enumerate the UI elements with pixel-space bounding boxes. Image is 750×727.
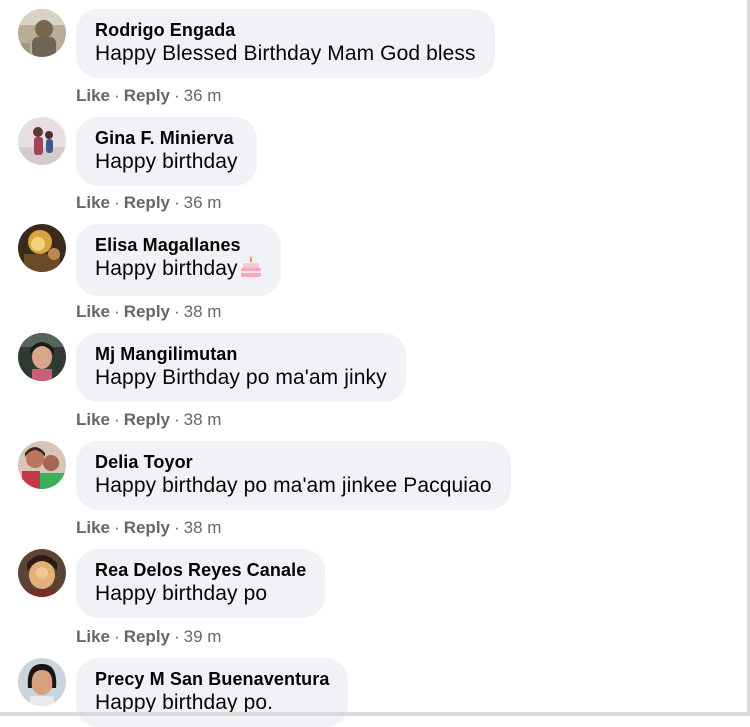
reply-link[interactable]: Reply: [124, 86, 170, 105]
reply-link[interactable]: Reply: [124, 302, 170, 321]
reply-link[interactable]: Reply: [124, 193, 170, 212]
comment-bubble: Rodrigo Engada Happy Blessed Birthday Ma…: [76, 9, 495, 78]
reply-link[interactable]: Reply: [124, 518, 170, 537]
reply-link[interactable]: Reply: [124, 627, 170, 646]
comment-author[interactable]: Rea Delos Reyes Canale: [95, 559, 306, 581]
like-link[interactable]: Like: [76, 518, 110, 537]
separator: ·: [174, 627, 180, 646]
avatar[interactable]: [18, 224, 66, 272]
like-link[interactable]: Like: [76, 302, 110, 321]
comment-bubble: Precy M San Buenaventura Happy birthday …: [76, 658, 349, 727]
timestamp[interactable]: 36 m: [184, 86, 222, 105]
separator: ·: [114, 627, 120, 646]
avatar[interactable]: [18, 333, 66, 381]
separator: ·: [174, 410, 180, 429]
separator: ·: [174, 518, 180, 537]
avatar[interactable]: [18, 117, 66, 165]
separator: ·: [114, 193, 120, 212]
birthday-cake-icon: [240, 256, 262, 285]
comment-bubble: Mj Mangilimutan Happy Birthday po ma'am …: [76, 333, 406, 402]
timestamp[interactable]: 38 m: [184, 410, 222, 429]
comment-author[interactable]: Elisa Magallanes: [95, 234, 262, 256]
comment-text: Happy birthday po: [95, 582, 268, 605]
comment-text: Happy birthday po ma'am jinkee Pacquiao: [95, 474, 492, 497]
comment-author[interactable]: Mj Mangilimutan: [95, 343, 387, 365]
separator: ·: [114, 410, 120, 429]
like-link[interactable]: Like: [76, 193, 110, 212]
comment-bubble: Gina F. Minierva Happy birthday: [76, 117, 257, 186]
separator: ·: [114, 86, 120, 105]
comment-actions: Like · Reply · 38 m: [76, 518, 221, 538]
comment-bubble: Elisa Magallanes Happy birthday: [76, 224, 281, 296]
avatar[interactable]: [18, 549, 66, 597]
comment-text: Happy Birthday po ma'am jinky: [95, 366, 387, 389]
like-link[interactable]: Like: [76, 627, 110, 646]
comment-actions: Like · Reply · 38 m: [76, 302, 221, 322]
avatar[interactable]: [18, 658, 66, 706]
comment-bubble: Delia Toyor Happy birthday po ma'am jink…: [76, 441, 511, 510]
comment-text: Happy Blessed Birthday Mam God bless: [95, 42, 476, 65]
comment-author[interactable]: Delia Toyor: [95, 451, 492, 473]
comment-text: Happy birthday: [95, 150, 238, 173]
comment-author[interactable]: Precy M San Buenaventura: [95, 668, 329, 690]
scroll-edge: [0, 712, 750, 716]
comment-text: Happy birthday: [95, 256, 262, 285]
comment-actions: Like · Reply · 36 m: [76, 193, 221, 213]
comment-author[interactable]: Gina F. Minierva: [95, 127, 238, 149]
separator: ·: [174, 86, 180, 105]
like-link[interactable]: Like: [76, 410, 110, 429]
comment-actions: Like · Reply · 39 m: [76, 627, 221, 647]
reply-link[interactable]: Reply: [124, 410, 170, 429]
comment-text-body: Happy birthday: [95, 257, 238, 280]
avatar[interactable]: [18, 441, 66, 489]
separator: ·: [114, 518, 120, 537]
comment-bubble: Rea Delos Reyes Canale Happy birthday po: [76, 549, 326, 618]
timestamp[interactable]: 38 m: [184, 518, 222, 537]
comment-author[interactable]: Rodrigo Engada: [95, 19, 476, 41]
separator: ·: [114, 302, 120, 321]
comment-actions: Like · Reply · 38 m: [76, 410, 221, 430]
like-link[interactable]: Like: [76, 86, 110, 105]
timestamp[interactable]: 38 m: [184, 302, 222, 321]
timestamp[interactable]: 39 m: [184, 627, 222, 646]
comment-actions: Like · Reply · 36 m: [76, 86, 221, 106]
separator: ·: [174, 302, 180, 321]
separator: ·: [174, 193, 180, 212]
avatar[interactable]: [18, 9, 66, 57]
timestamp[interactable]: 36 m: [184, 193, 222, 212]
